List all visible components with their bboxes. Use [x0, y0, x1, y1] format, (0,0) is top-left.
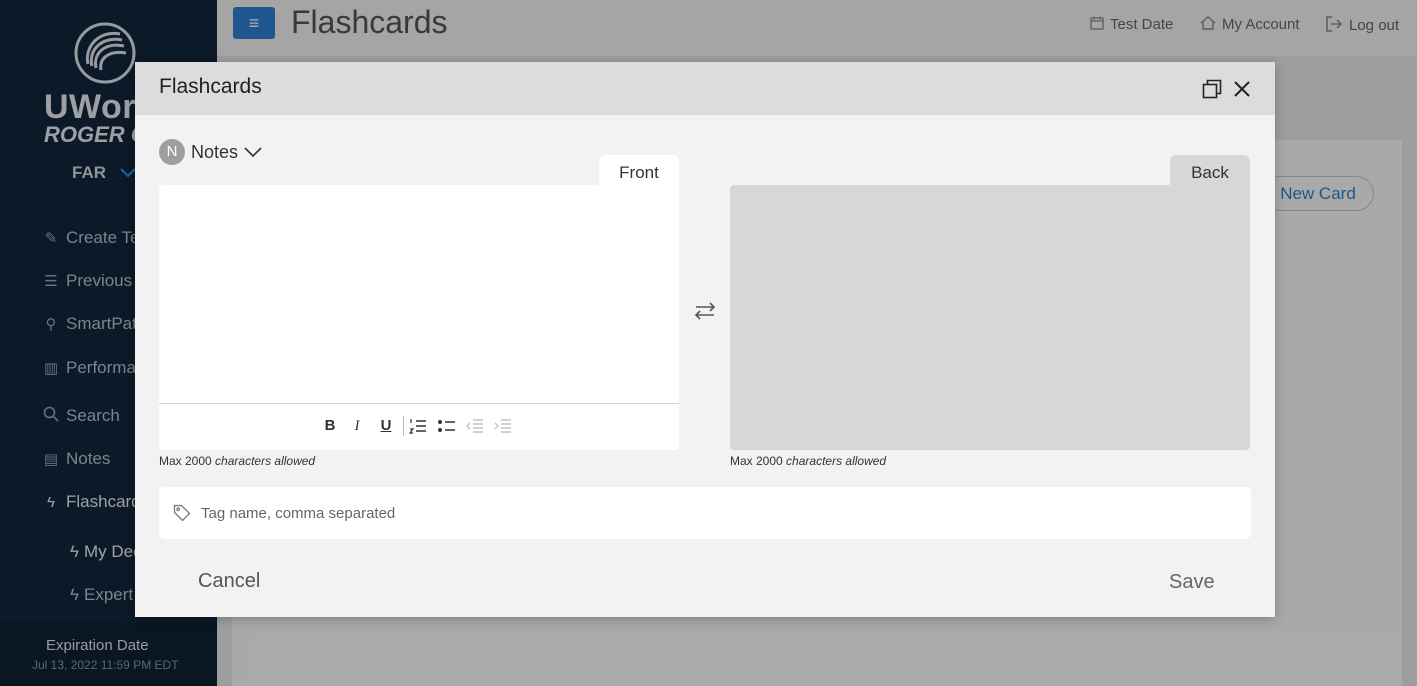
close-icon[interactable] — [1233, 80, 1251, 98]
swap-sides-icon[interactable] — [692, 298, 718, 324]
front-text-input[interactable] — [159, 185, 679, 403]
tag-icon — [173, 504, 191, 522]
front-char-limit: Max 2000 characters allowed — [159, 454, 315, 468]
bullet-list-icon[interactable] — [437, 416, 457, 436]
char-limit-suffix: characters allowed — [786, 454, 887, 468]
tag-field — [159, 487, 1251, 539]
back-editor[interactable] — [730, 185, 1250, 450]
cancel-button[interactable]: Cancel — [198, 570, 260, 593]
italic-button[interactable]: I — [347, 416, 367, 436]
back-char-limit: Max 2000 characters allowed — [730, 454, 886, 468]
deck-selector[interactable]: N Notes — [159, 139, 262, 165]
char-limit-suffix: characters allowed — [215, 454, 316, 468]
char-limit-value: Max 2000 — [730, 454, 783, 468]
tab-front[interactable]: Front — [599, 155, 679, 187]
modal-header: Flashcards — [135, 62, 1275, 115]
tab-back[interactable]: Back — [1170, 155, 1250, 187]
indent-icon[interactable] — [493, 416, 513, 436]
chevron-down-icon — [244, 147, 262, 158]
deck-avatar: N — [159, 139, 185, 165]
modal-title: Flashcards — [159, 75, 262, 98]
restore-window-icon[interactable] — [1202, 79, 1222, 99]
bold-button[interactable]: B — [320, 416, 340, 436]
outdent-icon[interactable] — [465, 416, 485, 436]
flashcard-modal: Flashcards N Notes Front Back B I U Max … — [135, 62, 1275, 617]
toolbar-divider — [403, 416, 404, 436]
char-limit-value: Max 2000 — [159, 454, 212, 468]
underline-button[interactable]: U — [376, 416, 396, 436]
save-button[interactable]: Save — [1169, 571, 1215, 594]
ordered-list-icon[interactable] — [409, 416, 429, 436]
deck-name: Notes — [191, 141, 239, 162]
editor-toolbar: B I U — [159, 403, 679, 450]
front-editor: B I U — [159, 185, 679, 450]
tag-input[interactable] — [201, 500, 1231, 526]
